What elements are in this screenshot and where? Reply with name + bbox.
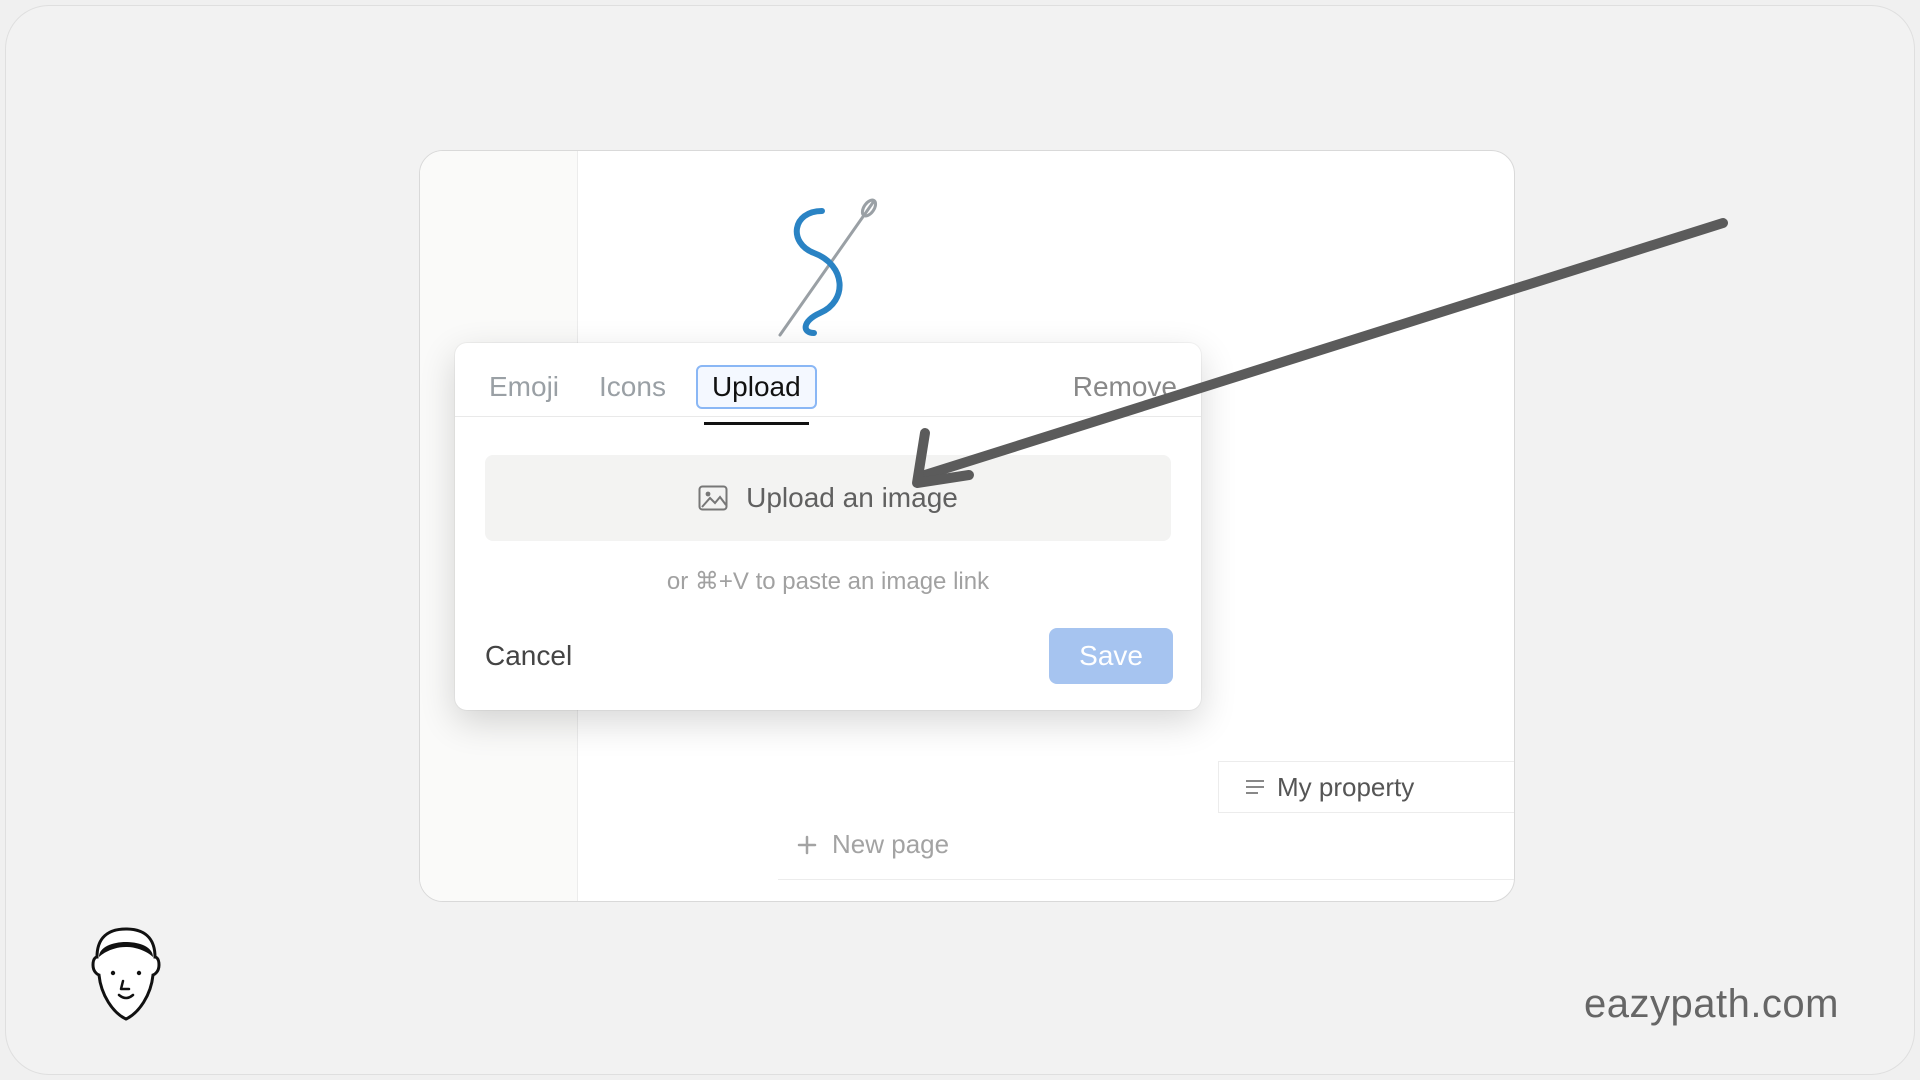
upload-image-button[interactable]: Upload an image [485, 455, 1171, 541]
icon-picker-popover: Emoji Icons Upload Remove Upload an imag… [455, 343, 1201, 710]
remove-icon-button[interactable]: Remove [1073, 371, 1177, 403]
text-lines-icon [1243, 775, 1267, 799]
icon-picker-footer: Cancel Save [455, 616, 1201, 710]
upload-image-label: Upload an image [746, 482, 958, 514]
tab-icons[interactable]: Icons [589, 365, 676, 409]
new-page-row[interactable]: New page [796, 829, 949, 860]
presentation-frame: My property New page Emoji Icons Upload … [5, 5, 1915, 1075]
new-page-label: New page [832, 829, 949, 860]
tab-upload[interactable]: Upload [696, 365, 817, 409]
page-icon-needle-thread[interactable] [762, 193, 902, 339]
icon-picker-tabs: Emoji Icons Upload Remove [455, 343, 1201, 417]
paste-hint: or ⌘+V to paste an image link [485, 541, 1171, 604]
property-label: My property [1277, 772, 1414, 803]
tab-emoji[interactable]: Emoji [479, 365, 569, 409]
watermark: eazypath.com [1584, 982, 1839, 1027]
icon-picker-body: Upload an image or ⌘+V to paste an image… [455, 417, 1201, 616]
plus-icon [796, 834, 818, 856]
presenter-avatar [83, 923, 169, 1027]
cancel-button[interactable]: Cancel [485, 640, 572, 672]
database-properties-row: My property [1218, 761, 1514, 813]
save-button[interactable]: Save [1049, 628, 1173, 684]
property-my-property[interactable]: My property [1218, 762, 1438, 812]
image-icon [698, 485, 728, 511]
row-divider [778, 879, 1514, 880]
